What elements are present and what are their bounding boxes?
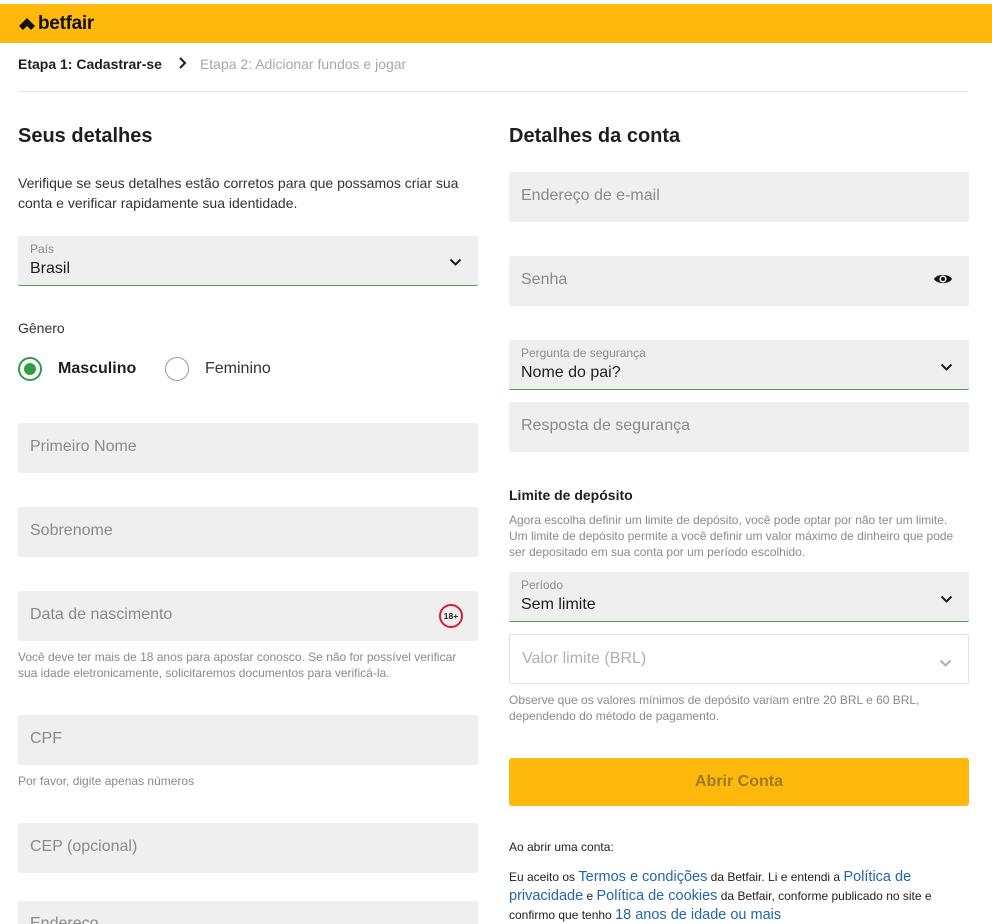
cookie-policy-link[interactable]: Política de cookies <box>597 888 718 904</box>
terms-heading: Ao abrir uma conta: <box>509 840 614 854</box>
terms-conditions-link[interactable]: Termos e condições <box>578 869 707 885</box>
password-input[interactable]: Senha <box>509 256 969 306</box>
cep-input[interactable]: CEP (opcional) <box>18 823 478 873</box>
deposit-period-select[interactable]: Período Sem limite <box>509 572 969 622</box>
terms-text: Eu aceito os Termos e condições da Betfa… <box>509 868 969 924</box>
country-select[interactable]: País Brasil <box>18 236 478 286</box>
deposit-limit-value-select[interactable]: Valor limite (BRL) <box>509 634 969 684</box>
terms-text-3: e <box>583 889 597 903</box>
deposit-limit-placeholder: Valor limite (BRL) <box>522 650 647 667</box>
gender-label: Gênero <box>18 320 65 336</box>
gender-female-label: Feminino <box>205 360 271 377</box>
cpf-placeholder: CPF <box>30 730 62 747</box>
account-details-title: Detalhes da conta <box>509 125 681 147</box>
gender-radio-male[interactable]: Masculino <box>18 357 136 381</box>
step-2-label: Etapa 2: Adicionar fundos e jogar <box>199 56 407 72</box>
deposit-limit-description: Agora escolha definir um limite de depós… <box>509 513 954 559</box>
details-intro-text: Verifique se seus detalhes estão correto… <box>18 175 459 211</box>
terms-section: Ao abrir uma conta: Eu aceito os Termos … <box>509 840 969 924</box>
date-of-birth-input[interactable]: Data de nascimento 18+ <box>18 591 478 641</box>
cep-placeholder: CEP (opcional) <box>30 838 138 855</box>
open-account-button[interactable]: Abrir Conta <box>509 758 969 806</box>
security-question-value: Nome do pai? <box>521 364 621 381</box>
brand-name: betfair <box>38 13 94 34</box>
terms-text-1: Eu aceito os <box>509 870 579 884</box>
first-name-input[interactable]: Primeiro Nome <box>18 423 478 473</box>
deposit-minimum-note: Observe que os valores mínimos de depósi… <box>509 693 920 723</box>
gender-male-label: Masculino <box>58 360 137 377</box>
chevron-down-icon <box>940 591 953 609</box>
security-answer-placeholder: Resposta de segurança <box>521 417 690 434</box>
security-question-select[interactable]: Pergunta de segurança Nome do pai? <box>509 340 969 390</box>
dob-help-text: Você deve ter mais de 18 anos para apost… <box>18 650 457 680</box>
last-name-input[interactable]: Sobrenome <box>18 507 478 557</box>
deposit-limit-title: Limite de depósito <box>509 487 633 503</box>
betfair-logo-icon <box>19 18 35 30</box>
address-placeholder: Endereço <box>30 915 99 924</box>
first-name-placeholder: Primeiro Nome <box>30 438 137 455</box>
terms-text-2: da Betfair. Li e entendi a <box>707 870 844 884</box>
password-placeholder: Senha <box>521 271 568 288</box>
eye-icon[interactable] <box>933 272 953 291</box>
country-label: País <box>30 242 55 256</box>
step-1-label: Etapa 1: Cadastrar-se <box>18 56 162 72</box>
dob-placeholder: Data de nascimento <box>30 606 173 623</box>
country-value: Brasil <box>30 260 71 277</box>
chevron-down-icon <box>449 254 462 272</box>
last-name-placeholder: Sobrenome <box>30 522 113 539</box>
chevron-right-icon <box>178 56 188 73</box>
radio-unselected-icon <box>165 357 189 381</box>
radio-selected-icon <box>18 357 42 381</box>
your-details-title: Seus detalhes <box>18 125 153 147</box>
betfair-logo[interactable]: betfair <box>18 13 94 35</box>
email-placeholder: Endereço de e-mail <box>521 187 660 204</box>
address-input[interactable]: Endereço <box>18 901 478 924</box>
security-answer-input[interactable]: Resposta de segurança <box>509 402 969 452</box>
security-question-label: Pergunta de segurança <box>521 346 646 360</box>
age-requirement-link[interactable]: 18 anos de idade ou mais <box>615 907 781 923</box>
chevron-down-icon <box>939 655 952 673</box>
gender-radio-female[interactable]: Feminino <box>165 357 271 381</box>
deposit-period-label: Período <box>521 578 564 592</box>
cpf-input[interactable]: CPF <box>18 715 478 765</box>
header-bar: betfair <box>0 4 992 43</box>
registration-steps: Etapa 1: Cadastrar-se Etapa 2: Adicionar… <box>18 56 968 92</box>
age-18-badge-icon: 18+ <box>439 604 463 628</box>
email-input[interactable]: Endereço de e-mail <box>509 172 969 222</box>
cpf-help-text: Por favor, digite apenas números <box>18 774 195 788</box>
chevron-down-icon <box>940 359 953 377</box>
deposit-period-value: Sem limite <box>521 596 596 613</box>
